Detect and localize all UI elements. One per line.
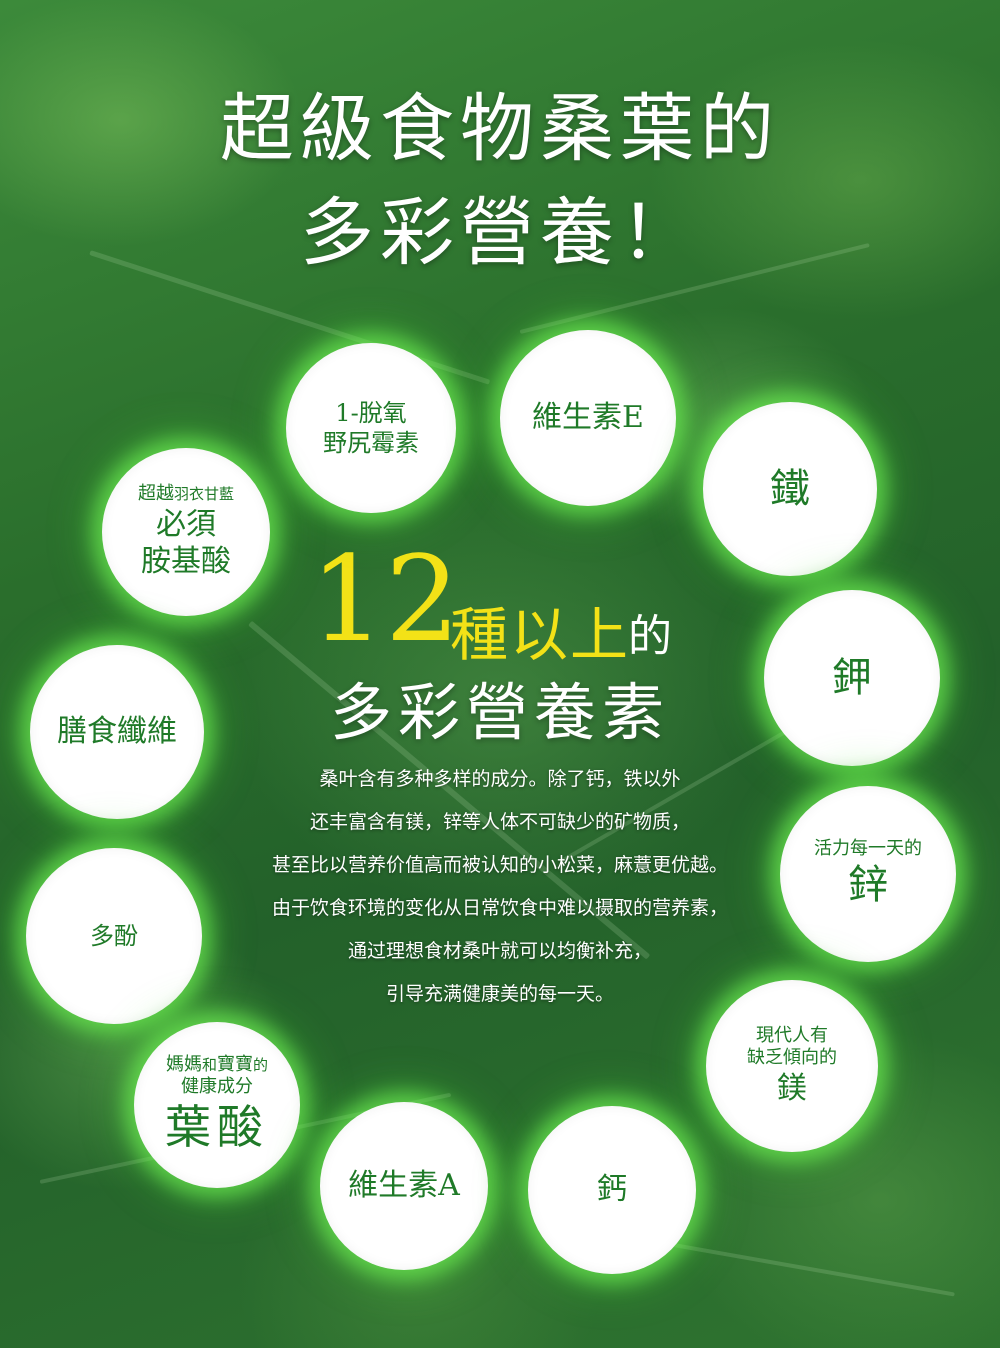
nutrient-label: 鋅 [848, 862, 888, 909]
description-line: 由于饮食环境的变化从日常饮食中难以摄取的营养素， [271, 897, 728, 919]
nutrient-label-line: 1-脫氧 [335, 399, 407, 427]
nutrient-caption: 活力每一天的 [814, 837, 922, 859]
description-line: 引导充满健康美的每一天。 [385, 983, 614, 1005]
nutrient-label: 葉酸 [165, 1099, 269, 1154]
nutrient-label: 鈣 [597, 1172, 627, 1208]
nutrient-circle-magnesium: 現代人有 缺乏傾向的 鎂 [706, 980, 878, 1152]
nutrient-label: 維生素A [348, 1168, 460, 1204]
nutrient-caption: 現代人有 [756, 1024, 828, 1046]
nutrient-circle-zinc: 活力每一天的 鋅 [780, 786, 956, 962]
nutrient-circle-potassium: 鉀 [764, 590, 940, 766]
nutrient-caption: 媽媽和寶寶的 [166, 1054, 268, 1077]
nutrient-label-line: 胺基酸 [141, 544, 231, 580]
description-line: 甚至比以营养价值高而被认知的小松菜，麻薏更优越。 [271, 854, 728, 876]
nutrient-label: 鐵 [770, 466, 810, 512]
description-line: 桑叶含有多种多样的成分。除了钙，铁以外 [319, 768, 681, 790]
nutrient-circle-polyphenol: 多酚 [26, 848, 202, 1024]
nutrient-circle-iron: 鐵 [703, 402, 877, 576]
nutrient-label: 鎂 [777, 1070, 807, 1106]
amino-prefix-a: 超越 [137, 483, 174, 505]
headline: 12 種以上 的 [300, 540, 720, 670]
amino-prefix-b: 羽衣甘藍 [173, 485, 234, 504]
nutrient-circle-folic-acid: 媽媽和寶寶的 健康成分 葉酸 [134, 1022, 300, 1188]
nutrient-label: 維生素E [532, 400, 644, 436]
folic-a: 媽媽 [165, 1053, 202, 1075]
nutrient-label-line: 必須 [156, 506, 216, 542]
nutrient-circle-vitamin-a: 維生素A [320, 1102, 488, 1270]
description-line: 还丰富含有镁，锌等人体不可缺少的矿物质， [309, 811, 690, 833]
description-line: 通过理想食材桑叶就可以均衡补充， [347, 940, 652, 962]
nutrient-caption: 缺乏傾向的 [747, 1047, 837, 1069]
folic-and: 和 [201, 1055, 217, 1074]
nutrient-circle-fiber: 膳食纖維 [30, 645, 204, 819]
description: 桑叶含有多种多样的成分。除了钙，铁以外 还丰富含有镁，锌等人体不可缺少的矿物质，… [250, 758, 750, 1016]
folic-b: 寶寶 [217, 1053, 253, 1075]
title-line-1: 超級食物桑葉的 [220, 86, 780, 172]
nutrient-label: 膳食纖維 [57, 714, 177, 750]
folic-of: 的 [253, 1055, 269, 1074]
headline-kind: 種以上 [450, 601, 631, 669]
nutrient-label-line: 超越羽衣甘藍 [138, 483, 234, 506]
nutrient-label: 多酚 [90, 922, 138, 950]
nutrient-caption: 健康成分 [181, 1076, 253, 1098]
nutrient-circle-amino-acids: 超越羽衣甘藍 必須 胺基酸 [102, 448, 270, 616]
nutrient-circle-vitamin-e: 維生素E [500, 330, 676, 506]
nutrient-circle-deoxynojirimycin: 1-脫氧 野尻霉素 [286, 343, 456, 513]
title-line-2: 多彩營養！ [300, 190, 700, 276]
nutrient-circle-calcium: 鈣 [528, 1106, 696, 1274]
nutrient-label-line: 野尻霉素 [323, 429, 419, 457]
headline-number: 12 [310, 530, 461, 668]
headline-particle: 的 [628, 611, 672, 662]
nutrient-label: 鉀 [832, 655, 872, 701]
